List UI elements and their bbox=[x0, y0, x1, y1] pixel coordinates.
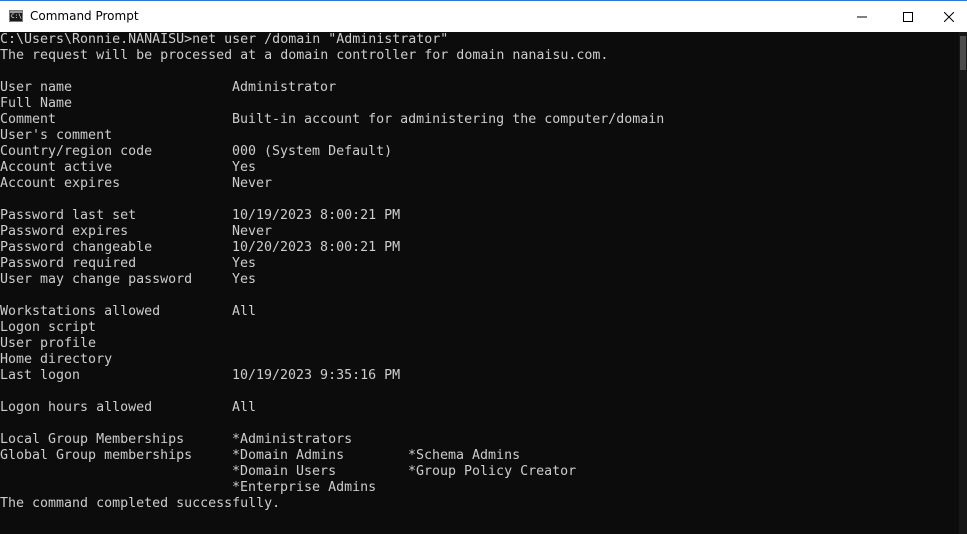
field-value: Never bbox=[232, 224, 273, 239]
group-item: *Administrators bbox=[232, 432, 353, 447]
field-label: Last logon bbox=[0, 368, 81, 383]
command-prompt-window: C:\ Command Prompt C:\Users\Ronnie.NANAI… bbox=[0, 0, 967, 534]
global-group-label: Global Group memberships bbox=[0, 448, 193, 463]
cmd-icon-glyph: C:\ bbox=[11, 13, 22, 20]
field-row-user-profile: User profile bbox=[0, 336, 958, 352]
vertical-scrollbar[interactable] bbox=[959, 32, 967, 534]
group-item: *Domain Users bbox=[232, 464, 337, 479]
minimize-button[interactable] bbox=[839, 1, 885, 32]
console-output[interactable]: C:\Users\Ronnie.NANAISU>net user /domain… bbox=[0, 32, 958, 534]
field-row-password-required: Password required Yes bbox=[0, 256, 958, 272]
global-group-row: *Domain Users *Group Policy Creator bbox=[0, 464, 958, 480]
field-label: User may change password bbox=[0, 272, 193, 287]
field-label: Logon script bbox=[0, 320, 97, 335]
field-label: User name bbox=[0, 80, 73, 95]
window-title: Command Prompt bbox=[30, 9, 139, 23]
field-value: 000 (System Default) bbox=[232, 144, 393, 159]
field-label: Password required bbox=[0, 256, 137, 271]
field-label: Workstations allowed bbox=[0, 304, 161, 319]
field-label: Password changeable bbox=[0, 240, 153, 255]
field-row-password-changeable: Password changeable 10/20/2023 8:00:21 PM bbox=[0, 240, 958, 256]
scrollbar-thumb[interactable] bbox=[960, 36, 966, 70]
field-label: Home directory bbox=[0, 352, 113, 367]
field-row-user-may-change-password: User may change password Yes bbox=[0, 272, 958, 288]
global-group-row: Global Group memberships *Domain Admins *S… bbox=[0, 448, 958, 464]
field-value: Never bbox=[232, 176, 273, 191]
prompt-line: C:\Users\Ronnie.NANAISU>net user /domain… bbox=[0, 32, 449, 47]
local-group-label: Local Group Memberships bbox=[0, 432, 185, 447]
field-row-last-logon: Last logon 10/19/2023 9:35:16 PM bbox=[0, 368, 958, 384]
field-value: 10/19/2023 9:35:16 PM bbox=[232, 368, 401, 383]
field-row-logon-script: Logon script bbox=[0, 320, 958, 336]
field-value: Yes bbox=[232, 256, 257, 271]
field-value: 10/19/2023 8:00:21 PM bbox=[232, 208, 401, 223]
field-row-workstations-allowed: Workstations allowed All bbox=[0, 304, 958, 320]
group-item: *Schema Admins bbox=[408, 448, 521, 463]
field-value: 10/20/2023 8:00:21 PM bbox=[232, 240, 401, 255]
field-label: User's comment bbox=[0, 128, 113, 143]
field-label: Logon hours allowed bbox=[0, 400, 153, 415]
field-row-country-code: Country/region code 000 (System Default) bbox=[0, 144, 958, 160]
request-line: The request will be processed at a domai… bbox=[0, 48, 609, 63]
field-row-account-active: Account active Yes bbox=[0, 160, 958, 176]
field-row-account-expires: Account expires Never bbox=[0, 176, 958, 192]
group-item: *Enterprise Admins bbox=[232, 480, 377, 495]
field-value: Built-in account for administering the c… bbox=[232, 112, 665, 127]
completion-line: The command completed successfully. bbox=[0, 496, 281, 511]
field-label: User profile bbox=[0, 336, 97, 351]
minimize-icon bbox=[857, 16, 867, 17]
group-item: *Domain Admins bbox=[232, 448, 345, 463]
field-row-user-name: User name Administrator bbox=[0, 80, 958, 96]
global-group-row: *Enterprise Admins bbox=[0, 480, 958, 496]
field-value: Administrator bbox=[232, 80, 337, 95]
local-group-row: Local Group Memberships *Administrators bbox=[0, 432, 958, 448]
field-value: All bbox=[232, 400, 257, 415]
maximize-button[interactable] bbox=[885, 1, 931, 32]
field-label: Account active bbox=[0, 160, 113, 175]
field-row-password-expires: Password expires Never bbox=[0, 224, 958, 240]
field-row-users-comment: User's comment bbox=[0, 128, 958, 144]
cmd-icon[interactable]: C:\ bbox=[9, 10, 23, 22]
field-row-home-directory: Home directory bbox=[0, 352, 958, 368]
field-value: Yes bbox=[232, 160, 257, 175]
field-row-full-name: Full Name bbox=[0, 96, 958, 112]
field-label: Country/region code bbox=[0, 144, 153, 159]
field-row-logon-hours-allowed: Logon hours allowed All bbox=[0, 400, 958, 416]
field-value: Yes bbox=[232, 272, 257, 287]
field-value: All bbox=[232, 304, 257, 319]
close-button[interactable] bbox=[931, 1, 967, 32]
field-label: Password last set bbox=[0, 208, 137, 223]
field-label: Password expires bbox=[0, 224, 129, 239]
title-bar[interactable]: C:\ Command Prompt bbox=[0, 0, 967, 32]
field-row-password-last-set: Password last set 10/19/2023 8:00:21 PM bbox=[0, 208, 958, 224]
maximize-icon bbox=[903, 11, 913, 22]
field-label: Comment bbox=[0, 112, 57, 127]
field-label: Account expires bbox=[0, 176, 121, 191]
close-icon bbox=[944, 11, 954, 22]
field-label: Full Name bbox=[0, 96, 73, 111]
group-item: *Group Policy Creator bbox=[408, 464, 577, 479]
field-row-comment: Comment Built-in account for administerin… bbox=[0, 112, 958, 128]
